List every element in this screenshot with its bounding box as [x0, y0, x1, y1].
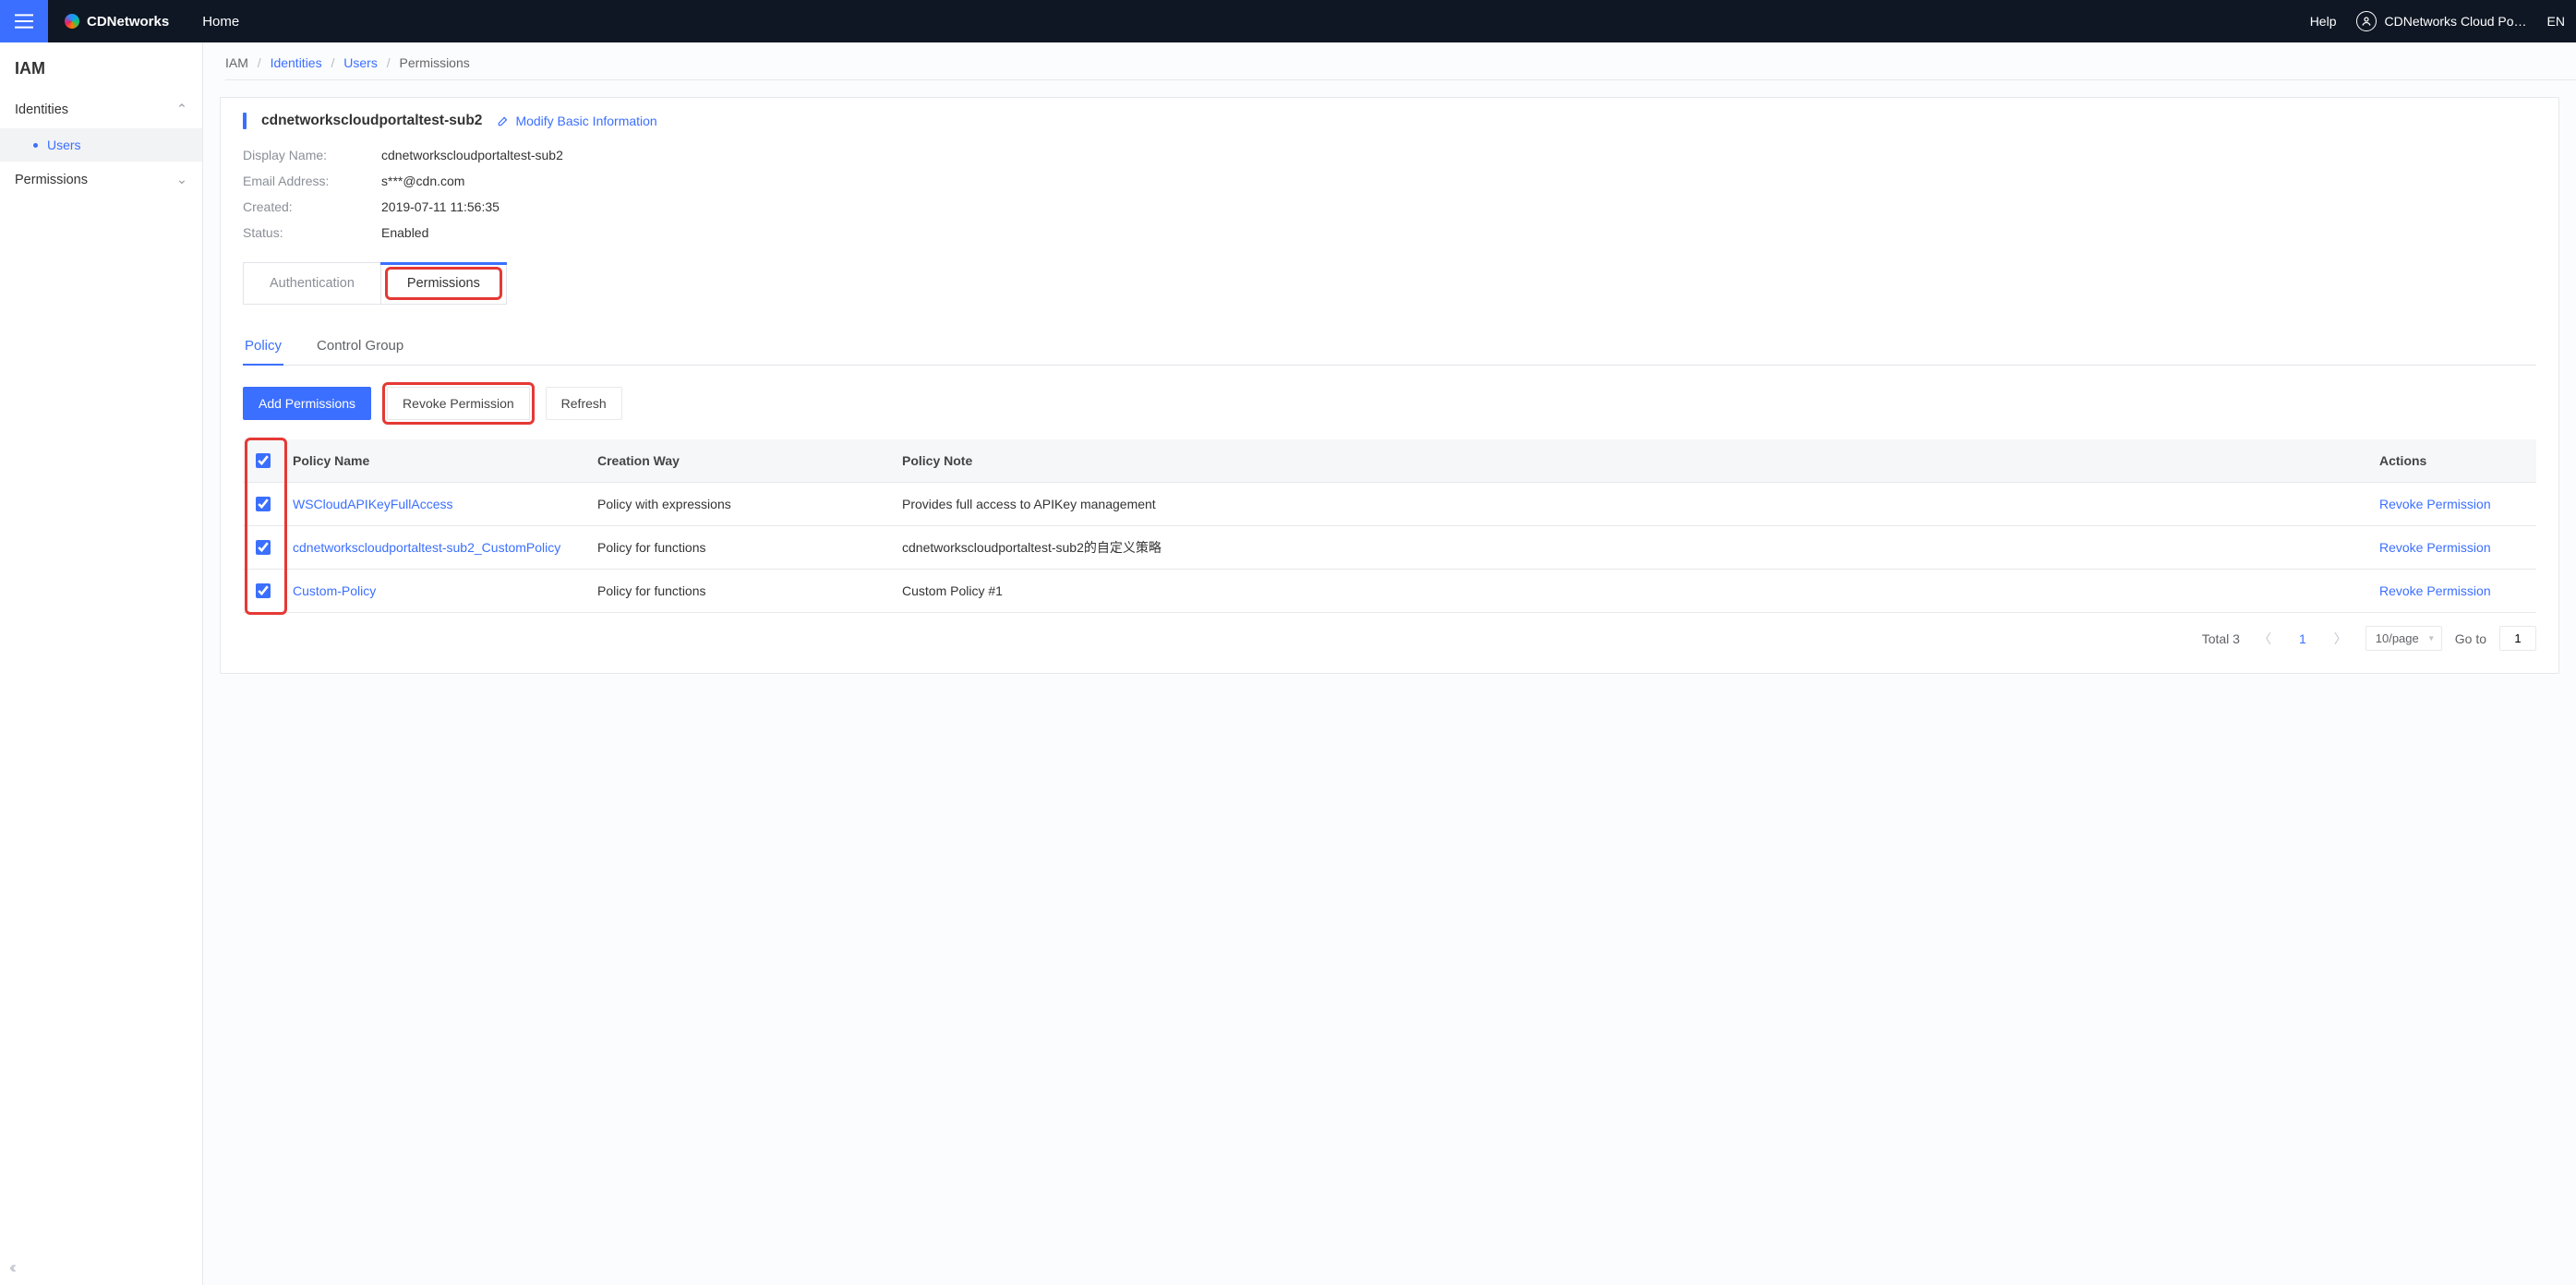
- nav-home[interactable]: Home: [202, 14, 239, 30]
- cell-creation-way: Policy for functions: [588, 526, 893, 570]
- brand[interactable]: CDNetworks: [65, 14, 169, 30]
- hamburger-icon: [15, 13, 33, 30]
- th-policy-note: Policy Note: [893, 439, 2370, 483]
- crumb-iam: IAM: [225, 55, 248, 70]
- nav-lang[interactable]: EN: [2547, 14, 2565, 29]
- sidebar-collapse-icon[interactable]: ‹‹: [9, 1258, 13, 1278]
- nav-user[interactable]: CDNetworks Cloud Po…: [2356, 11, 2526, 31]
- chevron-up-icon: ⌃: [176, 102, 187, 117]
- table-row: cdnetworkscloudportaltest-sub2_CustomPol…: [243, 526, 2536, 570]
- brand-logo-icon: [65, 14, 79, 29]
- th-creation-way: Creation Way: [588, 439, 893, 483]
- breadcrumb: IAM / Identities / Users / Permissions: [203, 42, 2576, 79]
- avatar-icon: [2356, 11, 2377, 31]
- sidebar-item-users[interactable]: Users: [0, 128, 202, 162]
- pagination: Total 3 〈 1 〉 10/page ▾ Go to: [243, 626, 2536, 651]
- policy-name-link[interactable]: Custom-Policy: [293, 583, 376, 598]
- cell-policy-note: cdnetworkscloudportaltest-sub2的自定义策略: [893, 526, 2370, 570]
- cell-policy-note: Provides full access to APIKey managemen…: [893, 483, 2370, 526]
- sidebar-item-permissions[interactable]: Permissions ⌄: [0, 162, 202, 198]
- pager-next-icon[interactable]: 〉: [2329, 630, 2353, 648]
- table-row: WSCloudAPIKeyFullAccess Policy with expre…: [243, 483, 2536, 526]
- value-created: 2019-07-11 11:56:35: [381, 199, 500, 214]
- checkbox-row[interactable]: [256, 540, 271, 555]
- checkbox-row[interactable]: [256, 583, 271, 598]
- crumb-identities[interactable]: Identities: [271, 55, 322, 70]
- brand-name: CDNetworks: [87, 14, 169, 30]
- user-info: Display Name:cdnetworkscloudportaltest-s…: [243, 142, 2536, 246]
- chevron-down-icon: ▾: [2429, 633, 2434, 643]
- label-display-name: Display Name:: [243, 148, 381, 162]
- label-email: Email Address:: [243, 174, 381, 188]
- action-bar: Add Permissions Revoke Permission Refres…: [243, 382, 2536, 425]
- pager-page-size-select[interactable]: 10/page ▾: [2365, 626, 2442, 651]
- modify-basic-info-link[interactable]: Modify Basic Information: [497, 114, 656, 128]
- sidebar-item-label: Permissions: [15, 173, 88, 187]
- edit-icon: [497, 114, 510, 127]
- cell-creation-way: Policy for functions: [588, 570, 893, 613]
- revoke-permission-button[interactable]: Revoke Permission: [387, 387, 530, 420]
- label-created: Created:: [243, 199, 381, 214]
- tabs-main: Authentication Permissions: [243, 262, 2536, 305]
- pager-total: Total 3: [2202, 631, 2240, 646]
- pager-current-page[interactable]: 1: [2290, 631, 2316, 646]
- pager-goto-label: Go to: [2455, 631, 2486, 646]
- main: IAM / Identities / Users / Permissions c…: [203, 42, 2576, 1285]
- revoke-permission-link[interactable]: Revoke Permission: [2379, 540, 2491, 555]
- cell-policy-note: Custom Policy #1: [893, 570, 2370, 613]
- hamburger-menu[interactable]: [0, 0, 48, 42]
- checkbox-row[interactable]: [256, 497, 271, 511]
- value-status: Enabled: [381, 225, 428, 240]
- table-row: Custom-Policy Policy for functionsCustom …: [243, 570, 2536, 613]
- sidebar-item-label: Identities: [15, 102, 68, 117]
- revoke-permission-link[interactable]: Revoke Permission: [2379, 497, 2491, 511]
- dot-icon: [33, 143, 38, 148]
- modify-basic-info-label: Modify Basic Information: [515, 114, 656, 128]
- tab-permissions[interactable]: Permissions: [381, 262, 507, 305]
- tab-control-group[interactable]: Control Group: [315, 329, 405, 365]
- tab-authentication[interactable]: Authentication: [243, 262, 381, 305]
- user-card: cdnetworkscloudportaltest-sub2 Modify Ba…: [220, 97, 2559, 674]
- nav-user-label: CDNetworks Cloud Po…: [2384, 14, 2526, 29]
- th-policy-name: Policy Name: [283, 439, 588, 483]
- pager-page-size-label: 10/page: [2376, 631, 2419, 645]
- pager-goto-input[interactable]: [2499, 626, 2536, 651]
- policy-name-link[interactable]: WSCloudAPIKeyFullAccess: [293, 497, 453, 511]
- policy-table: Policy Name Creation Way Policy Note Act…: [243, 439, 2536, 613]
- policy-name-link[interactable]: cdnetworkscloudportaltest-sub2_CustomPol…: [293, 540, 560, 555]
- page-title: cdnetworkscloudportaltest-sub2: [261, 113, 482, 129]
- refresh-button[interactable]: Refresh: [546, 387, 622, 420]
- nav-help[interactable]: Help: [2310, 14, 2337, 29]
- checkbox-select-all[interactable]: [256, 453, 271, 468]
- revoke-highlight: Revoke Permission: [382, 382, 535, 425]
- tabs-permissions-sub: Policy Control Group: [243, 329, 2536, 366]
- sidebar-title: IAM: [0, 42, 202, 91]
- sidebar-item-label: Users: [47, 138, 81, 152]
- title-bar-icon: [243, 113, 247, 129]
- revoke-permission-link[interactable]: Revoke Permission: [2379, 583, 2491, 598]
- value-display-name: cdnetworkscloudportaltest-sub2: [381, 148, 563, 162]
- pager-prev-icon[interactable]: 〈: [2253, 630, 2277, 648]
- add-permissions-button[interactable]: Add Permissions: [243, 387, 371, 420]
- sidebar-item-identities[interactable]: Identities ⌃: [0, 91, 202, 128]
- topbar: CDNetworks Home Help CDNetworks Cloud Po…: [0, 0, 2576, 42]
- cell-creation-way: Policy with expressions: [588, 483, 893, 526]
- crumb-permissions: Permissions: [400, 55, 470, 70]
- tab-policy[interactable]: Policy: [243, 329, 283, 365]
- crumb-users[interactable]: Users: [343, 55, 378, 70]
- label-status: Status:: [243, 225, 381, 240]
- chevron-down-icon: ⌄: [176, 173, 187, 187]
- th-actions: Actions: [2370, 439, 2536, 483]
- value-email: s***@cdn.com: [381, 174, 464, 188]
- sidebar: IAM Identities ⌃ Users Permissions ⌄ ‹‹: [0, 42, 203, 1285]
